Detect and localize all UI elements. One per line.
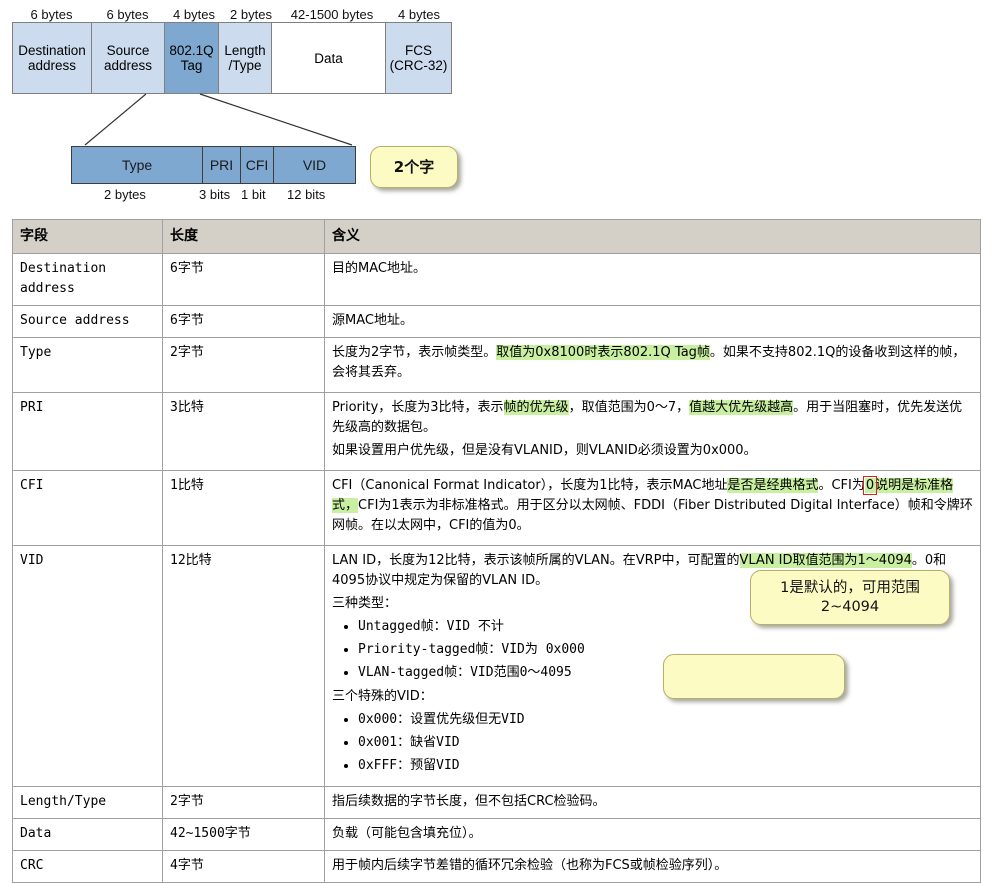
text-segment: LAN ID，长度为12比特，表示该帧所属的VLAN。在VRP中，可配置的 xyxy=(332,553,740,568)
frame-cell-fcs-label: FCS (CRC-32) xyxy=(389,43,448,73)
list-item: 0x001：缺省VID xyxy=(358,733,973,752)
highlight-segment: 帧的优先级 xyxy=(503,400,569,415)
cell-length: 2字节 xyxy=(162,337,325,393)
table-row: Source address 6字节 源MAC地址。 xyxy=(12,305,981,338)
text-segment: 。CFI为 xyxy=(818,478,865,493)
table-row: CRC 4字节 用于帧内后续字节差错的循环冗余检验（也称为FCS或帧检验序列）。 xyxy=(12,850,981,883)
byte-label-5: 4 bytes xyxy=(398,7,440,22)
tag-sublabel-cfi: 1 bit xyxy=(241,187,266,202)
cell-meaning: 指后续数据的字节长度，但不包括CRC检验码。 xyxy=(324,786,981,819)
frame-cells-row: Destination address Source address 802.1Q T… xyxy=(12,22,452,94)
highlight-segment: 是否是经典格式 xyxy=(727,478,819,493)
cell-field: PRI xyxy=(12,392,163,471)
tag-cell-pri: PRI xyxy=(203,147,241,183)
callout-two-characters: 2个字 xyxy=(370,146,458,188)
byte-label-3: 2 bytes xyxy=(230,7,272,22)
table-row: CFI 1比特 CFI（Canonical Format Indicator），… xyxy=(12,470,981,546)
byte-label-0: 6 bytes xyxy=(30,7,73,22)
frame-cell-fcs: FCS (CRC-32) xyxy=(386,23,451,93)
cell-meaning: Priority，长度为3比特，表示帧的优先级，取值范围为0～7，值越大优先级越… xyxy=(324,392,981,471)
vid-type-list: Untagged帧：VID 不计 Priority-tagged帧：VID为 0… xyxy=(332,617,973,682)
meaning-paragraph: 长度为2字节，表示帧类型。取值为0x8100时表示802.1Q Tag帧。如果不… xyxy=(332,343,973,383)
cell-field: CFI xyxy=(12,470,163,546)
callout-empty-note xyxy=(663,654,845,699)
frame-cell-destination-address-label: Destination address xyxy=(18,43,86,73)
tag-sublabels: 2 bytes 3 bits 1 bit 12 bits xyxy=(71,187,356,207)
table-row: Destination address 6字节 目的MAC地址。 xyxy=(12,253,981,306)
tag-cells-row: Type PRI CFI VID xyxy=(71,146,356,184)
table-header-row: 字段 长度 含义 xyxy=(12,219,981,254)
text-segment: Priority，长度为3比特，表示 xyxy=(332,400,504,415)
cell-length: 6字节 xyxy=(162,305,325,338)
highlight-segment: 值越大优先级越高 xyxy=(689,400,794,415)
text-segment: CFI为1表示为非标准格式。用于区分以太网帧、FDDI（Fiber Distri… xyxy=(332,498,973,533)
meaning-paragraph: CFI（Canonical Format Indicator），长度为1比特，表… xyxy=(332,476,973,536)
table-row: Data 42~1500字节 负载（可能包含填充位）。 xyxy=(12,818,981,851)
cell-meaning: 目的MAC地址。 xyxy=(324,253,981,306)
vlan-tag-diagram: Type PRI CFI VID 2 bytes 3 bits 1 bit 12… xyxy=(71,146,356,207)
cell-field: Length/Type xyxy=(12,786,163,819)
frame-cell-8021q-tag-label: 802.1Q Tag xyxy=(169,43,214,73)
byte-label-1: 6 bytes xyxy=(106,7,149,22)
cell-field: VID xyxy=(12,545,163,787)
table-row: Length/Type 2字节 指后续数据的字节长度，但不包括CRC检验码。 xyxy=(12,786,981,819)
tag-cell-type: Type xyxy=(72,147,203,183)
frame-cell-source-address-label: Source address xyxy=(103,43,153,73)
leader-line-left xyxy=(84,93,147,146)
callout-vid-default-range: 1是默认的，可用范围2~4094 xyxy=(750,570,950,625)
cell-field: Source address xyxy=(12,305,163,338)
cell-length: 2字节 xyxy=(162,786,325,819)
highlight-segment: VLAN ID取值范围为1～4094 xyxy=(739,553,912,568)
cell-field: CRC xyxy=(12,850,163,883)
tag-sublabel-pri: 3 bits xyxy=(199,187,231,202)
cell-field: Destination address xyxy=(12,253,163,306)
ethernet-frame-diagram: 6 bytes 6 bytes 4 bytes 2 bytes 42-1500 … xyxy=(12,4,452,94)
byte-label-2: 4 bytes xyxy=(173,7,215,22)
cell-length: 1比特 xyxy=(162,470,325,546)
frame-cell-destination-address: Destination address xyxy=(13,23,92,93)
field-spec-table: 字段 长度 含义 Destination address 6字节 目的MAC地址… xyxy=(12,219,981,883)
list-item: 0xFFF：预留VID xyxy=(358,756,973,775)
meaning-paragraph: 如果设置用户优先级，但是没有VLANID，则VLANID必须设置为0x000。 xyxy=(332,443,757,458)
column-header-meaning: 含义 xyxy=(324,219,981,254)
list-item: 0x000：设置优先级但无VID xyxy=(358,710,973,729)
meaning-paragraph: 三个特殊的VID： xyxy=(332,689,433,704)
text-segment: 长度为2字节，表示帧类型。 xyxy=(332,345,497,360)
column-header-length: 长度 xyxy=(162,219,325,254)
highlight-segment: 取值为0x8100时表示802.1Q Tag帧 xyxy=(496,345,710,360)
tag-cell-vid: VID xyxy=(302,157,327,173)
cell-length: 6字节 xyxy=(162,253,325,306)
table-row: Type 2字节 长度为2字节，表示帧类型。取值为0x8100时表示802.1Q… xyxy=(12,337,981,393)
text-segment: CFI（Canonical Format Indicator），长度为1比特，表… xyxy=(332,478,728,493)
cell-field: Type xyxy=(12,337,163,393)
cell-length: 3比特 xyxy=(162,392,325,471)
leader-line-right xyxy=(199,93,353,146)
cell-meaning: CFI（Canonical Format Indicator），长度为1比特，表… xyxy=(324,470,981,546)
frame-cell-length-type: Length/Type xyxy=(219,23,272,93)
cell-meaning: 源MAC地址。 xyxy=(324,305,981,338)
cell-length: 12比特 xyxy=(162,545,325,787)
column-header-field: 字段 xyxy=(12,219,163,254)
tag-cell-cfi: CFI xyxy=(241,147,274,183)
tag-sublabel-vid: 12 bits xyxy=(287,187,326,202)
table-row: PRI 3比特 Priority，长度为3比特，表示帧的优先级，取值范围为0～7… xyxy=(12,392,981,471)
text-segment: ，取值范围为0～7， xyxy=(568,400,690,415)
cell-field: Data xyxy=(12,818,163,851)
cell-length: 42~1500字节 xyxy=(162,818,325,851)
meaning-paragraph: Priority，长度为3比特，表示帧的优先级，取值范围为0～7，值越大优先级越… xyxy=(332,398,973,438)
cell-length: 4字节 xyxy=(162,850,325,883)
frame-cell-data-label: Data xyxy=(314,50,343,66)
frame-cell-data: Data xyxy=(272,23,386,93)
cell-meaning: 用于帧内后续字节差错的循环冗余检验（也称为FCS或帧检验序列）。 xyxy=(324,850,981,883)
special-vid-list: 0x000：设置优先级但无VID 0x001：缺省VID 0xFFF：预留VID xyxy=(332,710,973,775)
frame-cell-8021q-tag: 802.1Q Tag xyxy=(165,23,219,93)
cell-meaning: 负载（可能包含填充位）。 xyxy=(324,818,981,851)
tag-sublabel-type: 2 bytes xyxy=(104,187,146,202)
frame-byte-labels: 6 bytes 6 bytes 4 bytes 2 bytes 42-1500 … xyxy=(12,4,452,22)
frame-cell-source-address: Source address xyxy=(92,23,165,93)
cell-meaning: 长度为2字节，表示帧类型。取值为0x8100时表示802.1Q Tag帧。如果不… xyxy=(324,337,981,393)
byte-label-4: 42-1500 bytes xyxy=(290,7,374,22)
frame-cell-length-type-label: Length/Type xyxy=(224,43,266,73)
red-box-annotation: 0 xyxy=(862,476,878,495)
